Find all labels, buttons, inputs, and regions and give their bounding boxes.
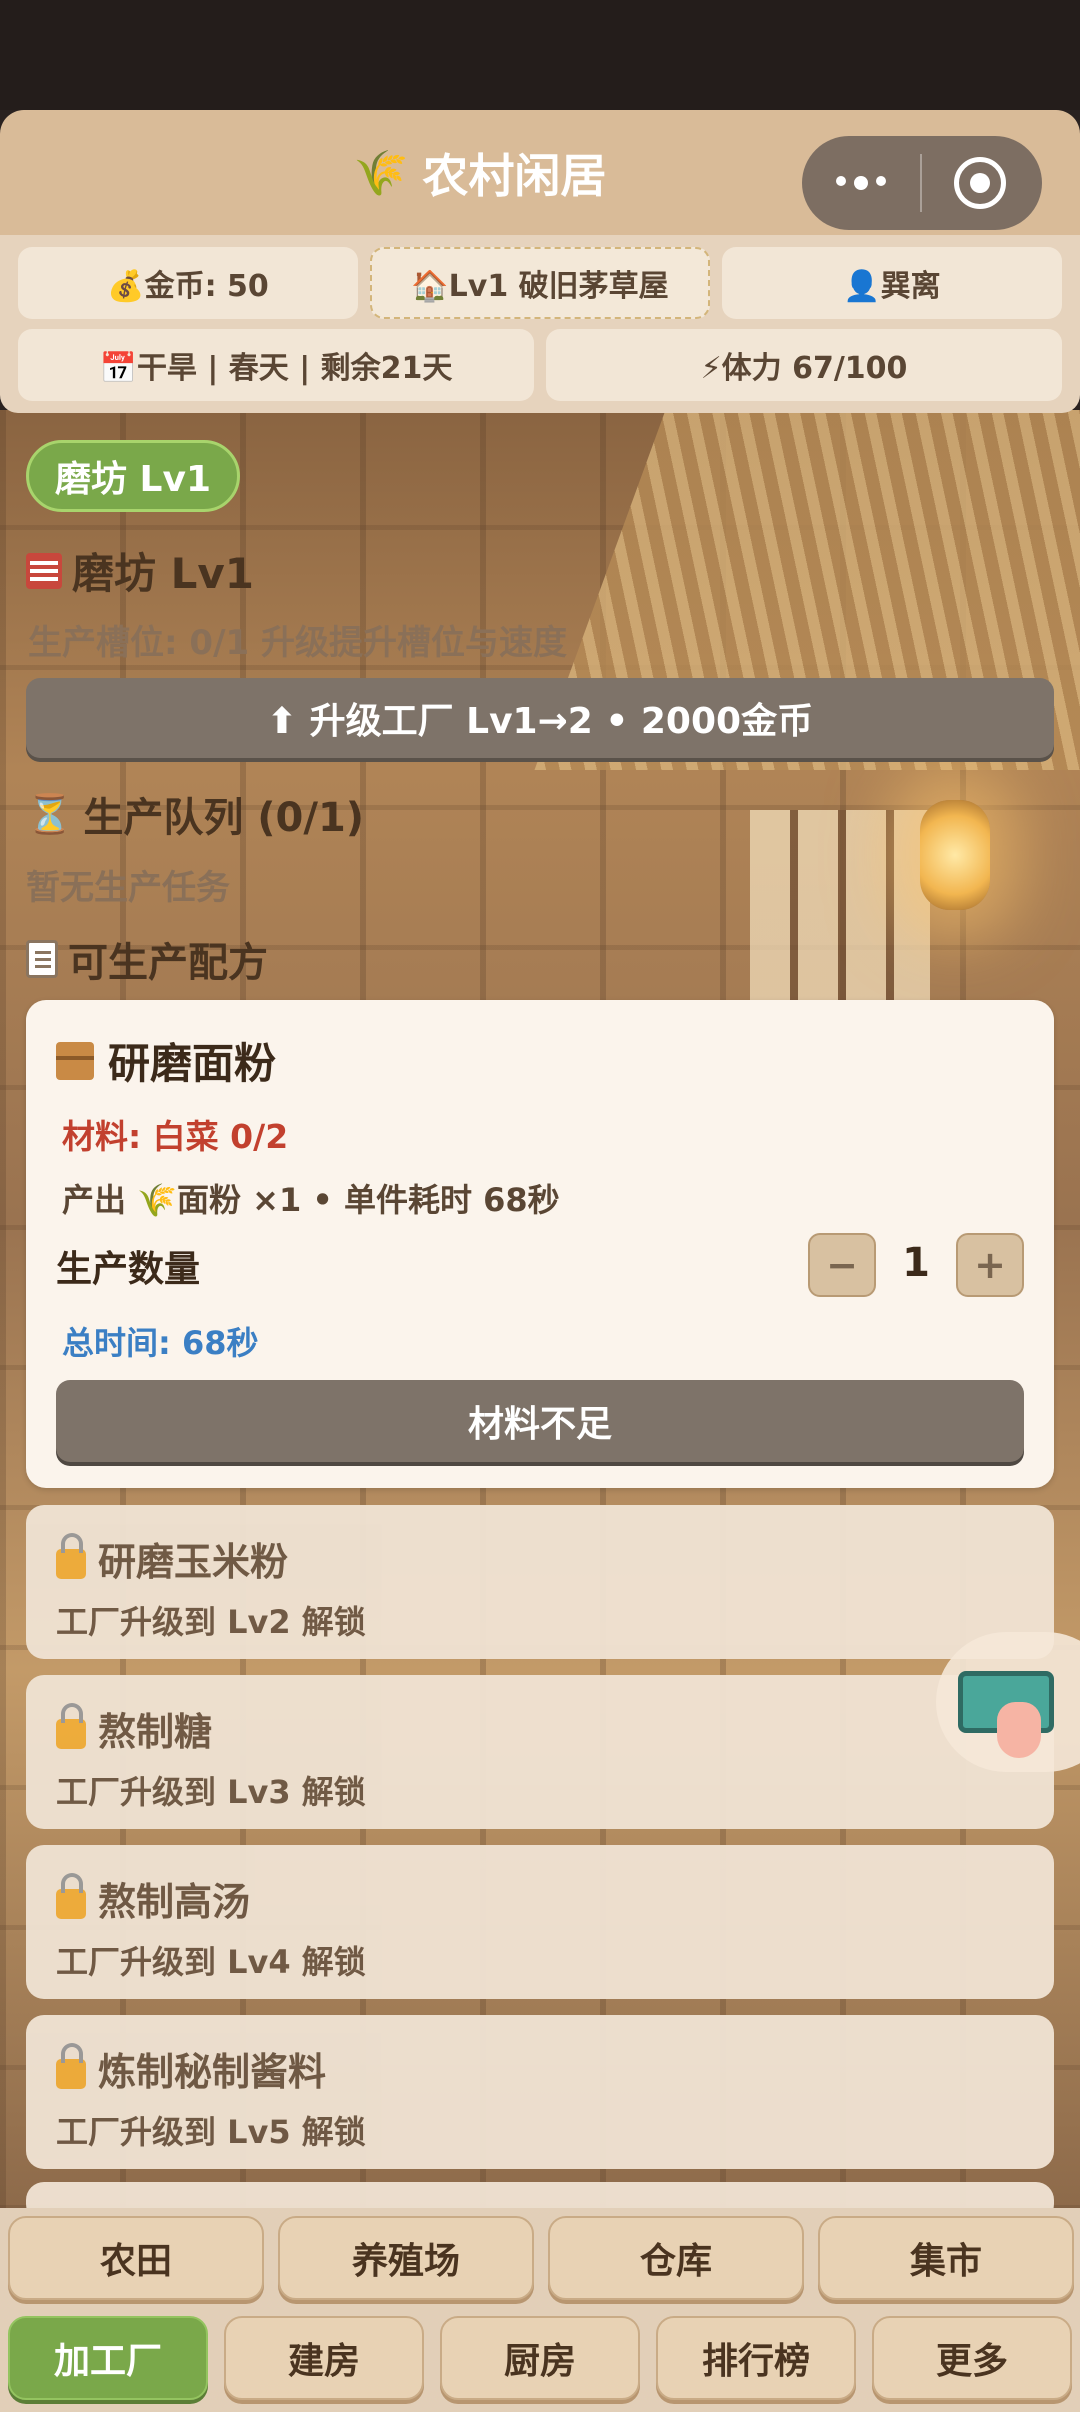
status-bar: [0, 0, 1080, 110]
lock-icon: [56, 1702, 86, 1749]
lock-icon: [56, 1532, 86, 1579]
locked-recipe-card[interactable]: 研磨玉米粉 工厂升级到 Lv2 解锁: [26, 1505, 1054, 1659]
locked-recipe-name: 熬制高汤: [56, 1871, 250, 1926]
touch-screen-icon: [958, 1671, 1054, 1758]
recipe-name: 研磨面粉: [56, 1030, 276, 1091]
locked-recipe-requirement: 工厂升级到 Lv4 解锁: [56, 1943, 366, 1981]
locked-recipe-name: 研磨玉米粉: [56, 1531, 288, 1586]
total-time: 总时间: 68秒: [62, 1324, 259, 1362]
recipe-output: 产出 🌾面粉 ×1 • 单件耗时 68秒: [62, 1181, 560, 1219]
app-title-text: 农村闲居: [422, 148, 607, 203]
queue-title: ⏳ 生产队列 (0/1): [26, 785, 364, 843]
nav-ranch[interactable]: 养殖场: [278, 2216, 534, 2300]
empty-queue-text: 暂无生产任务: [26, 868, 230, 908]
locked-recipe-requirement: 工厂升级到 Lv3 解锁: [56, 1773, 366, 1811]
slot-info: 生产槽位: 0/1 升级提升槽位与速度: [28, 623, 568, 663]
upgrade-factory-button[interactable]: ⬆ 升级工厂 Lv1→2 • 2000金币: [26, 678, 1054, 758]
quantity-label: 生产数量: [56, 1249, 201, 1290]
recipe-card: 研磨面粉 材料: 白菜 0/2 产出 🌾面粉 ×1 • 单件耗时 68秒 生产数…: [26, 1000, 1054, 1488]
nav-factory[interactable]: 加工厂: [8, 2316, 208, 2400]
lantern-illustration: [920, 800, 990, 910]
nav-warehouse[interactable]: 仓库: [548, 2216, 804, 2300]
gold-chip[interactable]: 💰金币: 50: [18, 247, 358, 319]
nav-build-house[interactable]: 建房: [224, 2316, 424, 2400]
info-panel: 💰金币: 50 🏠Lv1 破旧茅草屋 👤巽离 📅干旱 | 春天 | 剩余21天 …: [0, 235, 1080, 413]
date-chip: 📅干旱 | 春天 | 剩余21天: [18, 329, 534, 401]
bottom-nav: 农田 养殖场 仓库 集市 加工厂 建房 厨房 排行榜 更多: [0, 2208, 1080, 2412]
app-header: 🌾 农村闲居: [0, 110, 1080, 235]
locked-recipe-card[interactable]: 熬制糖 工厂升级到 Lv3 解锁: [26, 1675, 1054, 1829]
locked-recipe-card[interactable]: 炼制秘制酱料 工厂升级到 Lv5 解锁: [26, 2015, 1054, 2169]
stamina-chip: ⚡体力 67/100: [546, 329, 1062, 401]
miniprogram-capsule: [802, 136, 1042, 230]
factory-level-badge: 磨坊 Lv1: [26, 440, 240, 512]
produce-button[interactable]: 材料不足: [56, 1380, 1024, 1462]
page-title: 🌾 农村闲居: [354, 140, 607, 206]
recipe-name-text: 研磨面粉: [108, 1039, 277, 1088]
locked-recipe-name-text: 研磨玉米粉: [98, 1540, 289, 1584]
factory-icon: [26, 552, 62, 589]
close-target-icon[interactable]: [954, 157, 1006, 209]
lock-icon: [56, 1872, 86, 1919]
locked-recipe-name-text: 炼制秘制酱料: [98, 2050, 327, 2094]
recipes-title-text: 可生产配方: [68, 940, 268, 986]
quantity-increase-button[interactable]: +: [956, 1233, 1024, 1297]
quantity-decrease-button[interactable]: −: [808, 1233, 876, 1297]
house-chip[interactable]: 🏠Lv1 破旧茅草屋: [370, 247, 710, 319]
package-icon: [56, 1041, 94, 1080]
locked-recipe-name-text: 熬制高汤: [98, 1880, 251, 1924]
floating-assistant-button[interactable]: [936, 1632, 1080, 1772]
recipes-title: 可生产配方: [26, 930, 268, 988]
recipe-material: 材料: 白菜 0/2: [62, 1117, 289, 1156]
capsule-divider: [920, 154, 922, 212]
locked-recipe-name: 炼制秘制酱料: [56, 2041, 326, 2096]
locked-recipe-requirement: 工厂升级到 Lv5 解锁: [56, 2113, 366, 2151]
nav-leaderboard[interactable]: 排行榜: [656, 2316, 856, 2400]
locked-recipe-name: 熬制糖: [56, 1701, 212, 1756]
more-options-icon[interactable]: [802, 176, 920, 190]
wheat-icon: 🌾: [353, 147, 409, 199]
lock-icon: [56, 2042, 86, 2089]
clipboard-icon: [26, 940, 58, 978]
locked-recipe-card[interactable]: 熬制高汤 工厂升级到 Lv4 解锁: [26, 1845, 1054, 1999]
nav-more[interactable]: 更多: [872, 2316, 1072, 2400]
locked-recipe-name-text: 熬制糖: [98, 1710, 213, 1754]
player-chip[interactable]: 👤巽离: [722, 247, 1062, 319]
locked-recipe-requirement: 工厂升级到 Lv2 解锁: [56, 1603, 366, 1641]
nav-market[interactable]: 集市: [818, 2216, 1074, 2300]
nav-farmland[interactable]: 农田: [8, 2216, 264, 2300]
queue-title-text: 生产队列 (0/1): [83, 795, 365, 841]
nav-kitchen[interactable]: 厨房: [440, 2316, 640, 2400]
factory-title-text: 磨坊 Lv1: [72, 549, 254, 598]
hourglass-icon: ⏳: [26, 791, 74, 836]
factory-title: 磨坊 Lv1: [26, 540, 254, 601]
quantity-value: 1: [902, 1240, 930, 1286]
